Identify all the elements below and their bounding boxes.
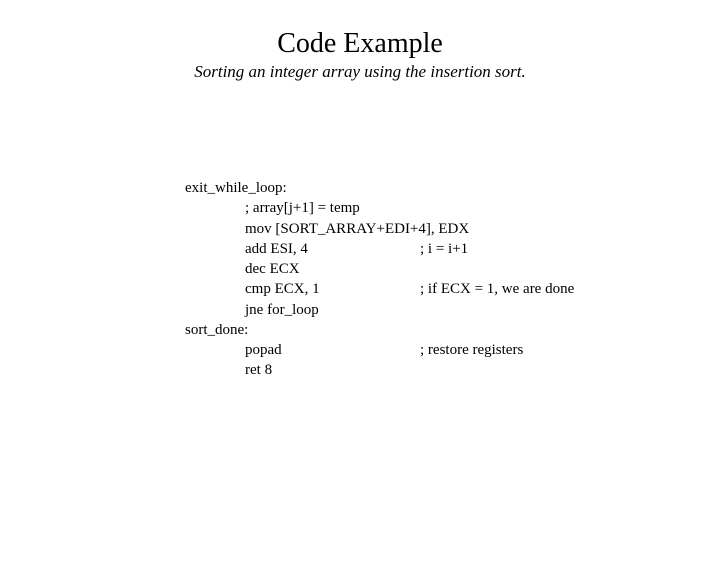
code-line: add ESI, 4 ; i = i+1 <box>185 239 574 259</box>
slide-title: Code Example <box>0 28 720 60</box>
code-instr: jne for_loop <box>245 300 420 320</box>
code-instr: ; array[j+1] = temp <box>245 198 420 218</box>
code-line: dec ECX <box>185 259 574 279</box>
slide-subtitle: Sorting an integer array using the inser… <box>0 62 720 82</box>
code-comment: ; if ECX = 1, we are done <box>420 279 574 299</box>
code-line: ; array[j+1] = temp <box>185 198 574 218</box>
code-instr: mov [SORT_ARRAY+EDI+4], EDX <box>245 219 420 239</box>
code-block: exit_while_loop: ; array[j+1] = temp mov… <box>185 178 574 381</box>
slide: Code Example Sorting an integer array us… <box>0 28 720 568</box>
code-instr: popad <box>245 340 420 360</box>
code-label-exit-while: exit_while_loop: <box>185 178 574 198</box>
code-instr: ret 8 <box>245 360 420 380</box>
code-line: jne for_loop <box>185 300 574 320</box>
code-line: popad ; restore registers <box>185 340 574 360</box>
code-comment: ; i = i+1 <box>420 239 468 259</box>
code-instr: add ESI, 4 <box>245 239 420 259</box>
code-instr: dec ECX <box>245 259 420 279</box>
code-instr: cmp ECX, 1 <box>245 279 420 299</box>
code-label-sort-done: sort_done: <box>185 320 574 340</box>
code-line: ret 8 <box>185 360 574 380</box>
code-line: mov [SORT_ARRAY+EDI+4], EDX <box>185 219 574 239</box>
code-comment: ; restore registers <box>420 340 523 360</box>
code-line: cmp ECX, 1 ; if ECX = 1, we are done <box>185 279 574 299</box>
